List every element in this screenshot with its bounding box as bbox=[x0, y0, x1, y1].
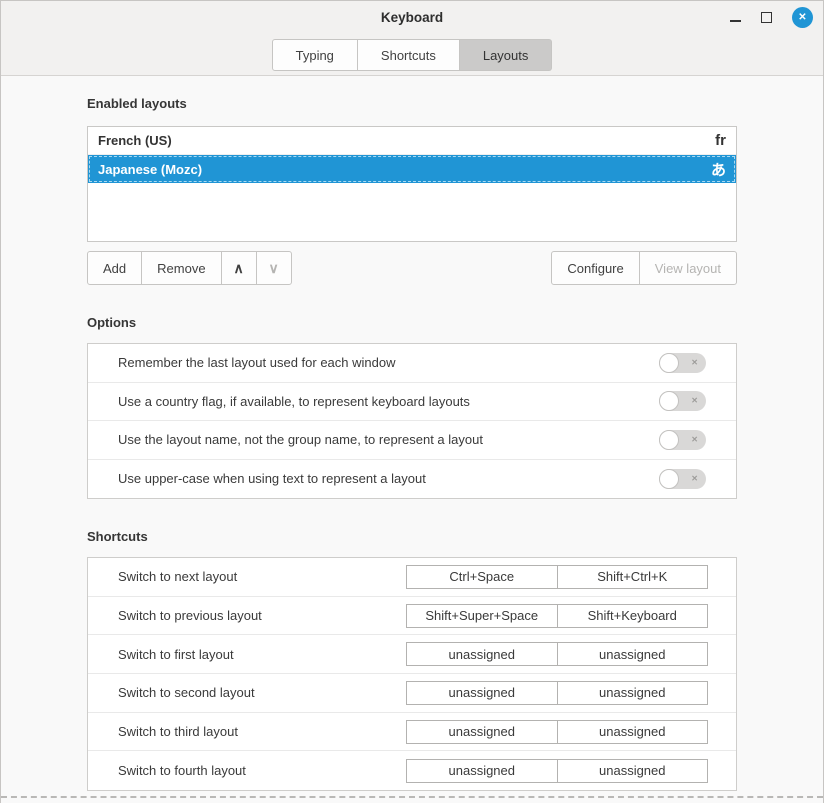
keybinding-cell-2[interactable]: unassigned bbox=[557, 760, 708, 782]
shortcut-row-first-layout: Switch to first layout unassigned unassi… bbox=[88, 635, 736, 674]
keybinding-cell-2[interactable]: Shift+Ctrl+K bbox=[557, 566, 708, 588]
move-up-button[interactable]: ∧ bbox=[221, 251, 257, 285]
shortcut-label: Switch to next layout bbox=[118, 569, 406, 584]
tab-layouts[interactable]: Layouts bbox=[460, 39, 553, 71]
remove-button[interactable]: Remove bbox=[141, 251, 221, 285]
option-label: Remember the last layout used for each w… bbox=[118, 355, 659, 370]
shortcut-row-third-layout: Switch to third layout unassigned unassi… bbox=[88, 713, 736, 752]
window-resize-edge[interactable] bbox=[1, 796, 823, 798]
toggle-remember-layout[interactable]: ✕ bbox=[659, 353, 706, 373]
keybinding-cell-2[interactable]: unassigned bbox=[557, 643, 708, 665]
options-heading: Options bbox=[87, 315, 737, 331]
tab-bar: Typing Shortcuts Layouts bbox=[1, 39, 823, 71]
toggle-off-icon: ✕ bbox=[691, 475, 698, 483]
keybinding-cell-1[interactable]: Ctrl+Space bbox=[407, 566, 557, 588]
keybinding-cell-1[interactable]: unassigned bbox=[407, 643, 557, 665]
toggle-knob bbox=[659, 353, 679, 373]
keybinding-cell-1[interactable]: Shift+Super+Space bbox=[407, 605, 557, 627]
shortcut-row-fourth-layout: Switch to fourth layout unassigned unass… bbox=[88, 751, 736, 790]
toggle-country-flag[interactable]: ✕ bbox=[659, 391, 706, 411]
shortcut-label: Switch to first layout bbox=[118, 647, 406, 662]
toggle-off-icon: ✕ bbox=[691, 397, 698, 405]
shortcut-row-next-layout: Switch to next layout Ctrl+Space Shift+C… bbox=[88, 558, 736, 597]
keybinding-group: unassigned unassigned bbox=[406, 642, 708, 666]
close-button[interactable]: ✕ bbox=[792, 7, 813, 28]
option-row-layout-name: Use the layout name, not the group name,… bbox=[88, 421, 736, 460]
toggle-knob bbox=[659, 469, 679, 489]
move-down-button[interactable]: ∨ bbox=[256, 251, 292, 285]
tab-shortcuts[interactable]: Shortcuts bbox=[358, 39, 460, 71]
option-label: Use a country flag, if available, to rep… bbox=[118, 394, 659, 409]
layout-list-actions: Add Remove ∧ ∨ Configure View layout bbox=[87, 251, 737, 285]
titlebar[interactable]: Keyboard ✕ bbox=[1, 1, 823, 33]
toggle-upper-case[interactable]: ✕ bbox=[659, 469, 706, 489]
window-header: Keyboard ✕ Typing Shortcuts Layouts bbox=[1, 1, 823, 76]
chevron-up-icon: ∧ bbox=[233, 260, 243, 277]
keybinding-cell-2[interactable]: Shift+Keyboard bbox=[557, 605, 708, 627]
option-label: Use upper-case when using text to repres… bbox=[118, 471, 659, 486]
option-row-remember-layout: Remember the last layout used for each w… bbox=[88, 344, 736, 383]
layout-indicator-icon: あ bbox=[711, 159, 726, 180]
layout-indicator-icon: fr bbox=[715, 132, 726, 149]
keybinding-cell-2[interactable]: unassigned bbox=[557, 721, 708, 743]
keybinding-group: unassigned unassigned bbox=[406, 720, 708, 744]
toggle-off-icon: ✕ bbox=[691, 436, 698, 444]
toggle-off-icon: ✕ bbox=[691, 359, 698, 367]
keybinding-cell-1[interactable]: unassigned bbox=[407, 721, 557, 743]
window-controls: ✕ bbox=[730, 1, 813, 33]
options-panel: Remember the last layout used for each w… bbox=[87, 343, 737, 499]
toggle-knob bbox=[659, 430, 679, 450]
shortcuts-panel: Switch to next layout Ctrl+Space Shift+C… bbox=[87, 557, 737, 791]
keybinding-cell-1[interactable]: unassigned bbox=[407, 682, 557, 704]
keybinding-group: Ctrl+Space Shift+Ctrl+K bbox=[406, 565, 708, 589]
add-button[interactable]: Add bbox=[87, 251, 142, 285]
edit-buttons-group: Add Remove ∧ ∨ bbox=[87, 251, 292, 285]
window-title: Keyboard bbox=[1, 1, 823, 33]
view-layout-button[interactable]: View layout bbox=[639, 251, 737, 285]
tab-typing[interactable]: Typing bbox=[272, 39, 358, 71]
shortcut-row-previous-layout: Switch to previous layout Shift+Super+Sp… bbox=[88, 597, 736, 636]
option-row-country-flag: Use a country flag, if available, to rep… bbox=[88, 383, 736, 422]
shortcut-label: Switch to previous layout bbox=[118, 608, 406, 623]
option-row-upper-case: Use upper-case when using text to repres… bbox=[88, 460, 736, 499]
layout-row-french[interactable]: French (US) fr bbox=[88, 127, 736, 155]
configure-buttons-group: Configure View layout bbox=[551, 251, 737, 285]
shortcut-label: Switch to second layout bbox=[118, 685, 406, 700]
toggle-knob bbox=[659, 391, 679, 411]
layout-row-japanese[interactable]: Japanese (Mozc) あ bbox=[88, 155, 736, 183]
shortcut-label: Switch to third layout bbox=[118, 724, 406, 739]
maximize-icon[interactable] bbox=[761, 12, 772, 23]
chevron-down-icon: ∨ bbox=[268, 260, 278, 277]
keybinding-cell-2[interactable]: unassigned bbox=[557, 682, 708, 704]
close-icon: ✕ bbox=[798, 12, 806, 23]
minimize-icon[interactable] bbox=[730, 20, 741, 22]
layout-name: French (US) bbox=[98, 133, 172, 148]
toggle-layout-name[interactable]: ✕ bbox=[659, 430, 706, 450]
layout-name: Japanese (Mozc) bbox=[98, 162, 202, 177]
shortcuts-heading: Shortcuts bbox=[87, 529, 737, 545]
enabled-layouts-heading: Enabled layouts bbox=[87, 96, 737, 112]
shortcut-row-second-layout: Switch to second layout unassigned unass… bbox=[88, 674, 736, 713]
option-label: Use the layout name, not the group name,… bbox=[118, 432, 659, 447]
keybinding-group: unassigned unassigned bbox=[406, 759, 708, 783]
keybinding-group: Shift+Super+Space Shift+Keyboard bbox=[406, 604, 708, 628]
keybinding-cell-1[interactable]: unassigned bbox=[407, 760, 557, 782]
keybinding-group: unassigned unassigned bbox=[406, 681, 708, 705]
shortcut-label: Switch to fourth layout bbox=[118, 763, 406, 778]
layouts-page: Enabled layouts French (US) fr Japanese … bbox=[1, 96, 823, 791]
enabled-layouts-list[interactable]: French (US) fr Japanese (Mozc) あ bbox=[87, 126, 737, 242]
configure-button[interactable]: Configure bbox=[551, 251, 639, 285]
